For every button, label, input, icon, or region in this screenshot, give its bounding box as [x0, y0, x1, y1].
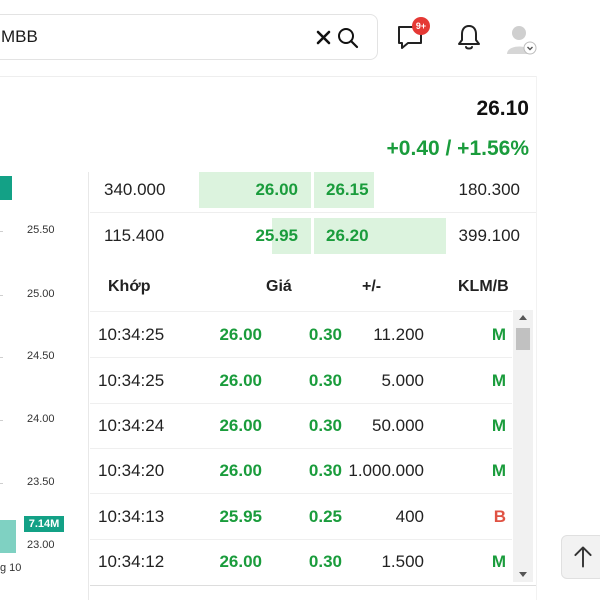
- trade-time: 10:34:20: [98, 461, 165, 480]
- scroll-up-icon[interactable]: [513, 310, 533, 324]
- trade-time: 10:34:24: [98, 416, 165, 435]
- close-icon[interactable]: [315, 27, 333, 47]
- trade-price: 26.00: [219, 461, 262, 480]
- trade-change: 0.30: [308, 325, 342, 344]
- trade-volume: 1.500: [381, 552, 424, 571]
- table-row[interactable]: 10:34:20 26.00 0.30 1.000.000 M: [90, 448, 512, 493]
- trade-side: M: [491, 371, 506, 390]
- price-change: +0.40 / +1.56%: [386, 137, 529, 160]
- header-divider: [0, 76, 536, 77]
- trade-change: 0.30: [308, 416, 342, 435]
- trade-volume: 11.200: [373, 325, 424, 344]
- trade-price: 26.00: [219, 325, 262, 344]
- scroll-down-icon[interactable]: [513, 568, 533, 582]
- price-chart[interactable]: 25.50 25.00 24.50 24.00 23.50 23.00 7.14…: [0, 172, 90, 592]
- trade-volume: 5.000: [381, 371, 424, 390]
- grid-tick: [0, 420, 3, 421]
- trade-time: 10:34:13: [98, 507, 165, 526]
- trade-side: M: [491, 461, 506, 480]
- grid-tick: [0, 295, 3, 296]
- search-box[interactable]: [0, 14, 378, 60]
- grid-tick: [0, 231, 3, 232]
- trade-change: 0.30: [308, 552, 342, 571]
- trade-time: 10:34:12: [98, 552, 165, 571]
- scroll-thumb[interactable]: [516, 328, 530, 350]
- table-row[interactable]: 10:34:24 26.00 0.30 50.000 M: [90, 403, 512, 448]
- y-tick-label: 25.50: [27, 224, 55, 236]
- bid-quantity: 115.400: [104, 226, 165, 245]
- grid-tick: [0, 357, 3, 358]
- volume-label: 7.14M: [24, 516, 64, 532]
- trade-time: 10:34:25: [98, 325, 165, 344]
- bell-icon[interactable]: [455, 22, 483, 52]
- table-row[interactable]: 10:34:13 25.95 0.25 400 B: [90, 494, 512, 539]
- arrow-up-icon: [574, 546, 592, 568]
- trades-scrollbar[interactable]: [513, 310, 533, 582]
- search-icon[interactable]: [337, 27, 359, 49]
- trade-price: 26.00: [219, 416, 262, 435]
- order-book-row: 340.000 26.00 26.15 180.300: [90, 170, 536, 210]
- trade-time: 10:34:25: [98, 371, 165, 390]
- trade-side: M: [491, 416, 506, 435]
- price-marker: [0, 176, 12, 200]
- bid-price[interactable]: 25.95: [255, 216, 298, 256]
- bid-price[interactable]: 26.00: [255, 170, 298, 210]
- col-price: Giá: [266, 278, 292, 295]
- y-tick-label: 23.00: [27, 539, 55, 551]
- last-price: 26.10: [476, 97, 529, 120]
- trade-price: 25.95: [219, 507, 262, 526]
- trade-side: B: [493, 507, 506, 526]
- col-volume-side: KLM/B: [458, 278, 509, 295]
- trade-change: 0.25: [308, 507, 342, 526]
- back-to-top-button[interactable]: [561, 535, 600, 579]
- ask-quantity: 399.100: [458, 226, 520, 245]
- search-input[interactable]: [1, 15, 301, 59]
- chart-divider: [88, 172, 89, 600]
- trade-volume: 50.000: [372, 416, 424, 435]
- table-bottom-divider: [90, 585, 536, 586]
- trade-volume: 400: [395, 507, 424, 526]
- col-change: +/-: [362, 278, 382, 295]
- user-avatar-icon[interactable]: [504, 22, 538, 56]
- trade-side: M: [491, 325, 506, 344]
- x-axis-label: g 10: [0, 562, 22, 574]
- col-time: Khớp: [108, 278, 151, 295]
- table-row[interactable]: 10:34:25 26.00 0.30 5.000 M: [90, 358, 512, 403]
- y-tick-label: 24.00: [27, 413, 55, 425]
- row-divider: [90, 212, 536, 213]
- volume-bar: [0, 520, 16, 553]
- y-tick-label: 23.50: [27, 476, 55, 488]
- ask-quantity: 180.300: [458, 180, 520, 199]
- trade-price: 26.00: [219, 371, 262, 390]
- table-row[interactable]: 10:34:25 26.00 0.30 11.200 M: [90, 312, 512, 357]
- y-tick-label: 25.00: [27, 288, 55, 300]
- ask-price[interactable]: 26.15: [326, 170, 369, 210]
- grid-tick: [0, 483, 3, 484]
- trade-change: 0.30: [308, 371, 342, 390]
- trades-header: Khớp Giá +/- KLM/B: [90, 264, 536, 310]
- panel-edge: [536, 76, 537, 600]
- trade-price: 26.00: [219, 552, 262, 571]
- order-book-row: 115.400 25.95 26.20 399.100: [90, 216, 536, 256]
- bid-quantity: 340.000: [104, 180, 166, 199]
- trade-volume: 1.000.000: [348, 461, 424, 480]
- trade-side: M: [491, 552, 506, 571]
- table-row[interactable]: 10:34:12 26.00 0.30 1.500 M: [90, 539, 512, 584]
- y-tick-label: 24.50: [27, 350, 55, 362]
- top-bar: 9+: [0, 0, 600, 74]
- notification-badge: 9+: [412, 17, 430, 35]
- trade-change: 0.30: [308, 461, 342, 480]
- ask-price[interactable]: 26.20: [326, 216, 369, 256]
